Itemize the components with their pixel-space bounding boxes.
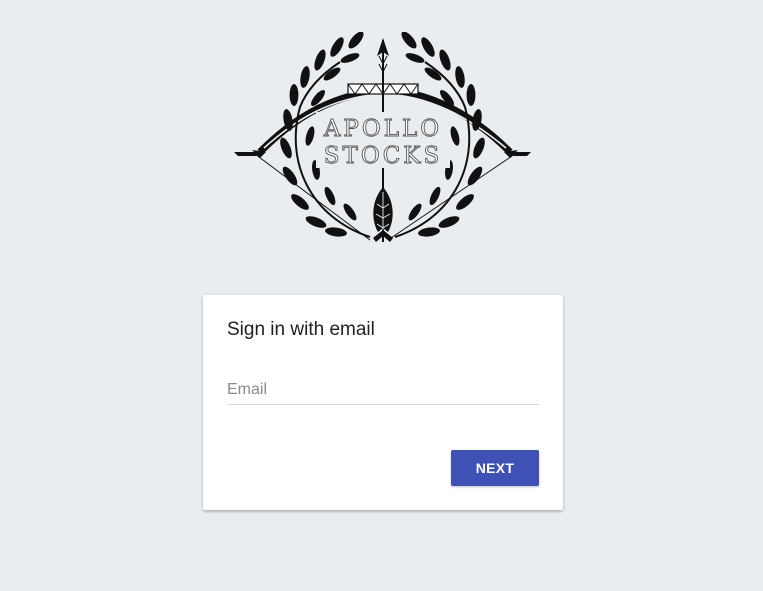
email-field[interactable] (227, 375, 539, 405)
logo-line2: STOCKS (324, 143, 443, 169)
sign-in-card: Sign in with email NEXT (203, 295, 563, 510)
logo-line1: APOLLO (323, 116, 442, 142)
sign-in-page: APOLLO STOCKS Sign in with email NEXT (0, 0, 763, 591)
card-title: Sign in with email (227, 319, 375, 340)
next-button[interactable]: NEXT (451, 450, 539, 486)
laurel-bow-arrow-icon: APOLLO STOCKS (234, 32, 531, 242)
apollo-stocks-logo: APOLLO STOCKS (230, 32, 535, 247)
